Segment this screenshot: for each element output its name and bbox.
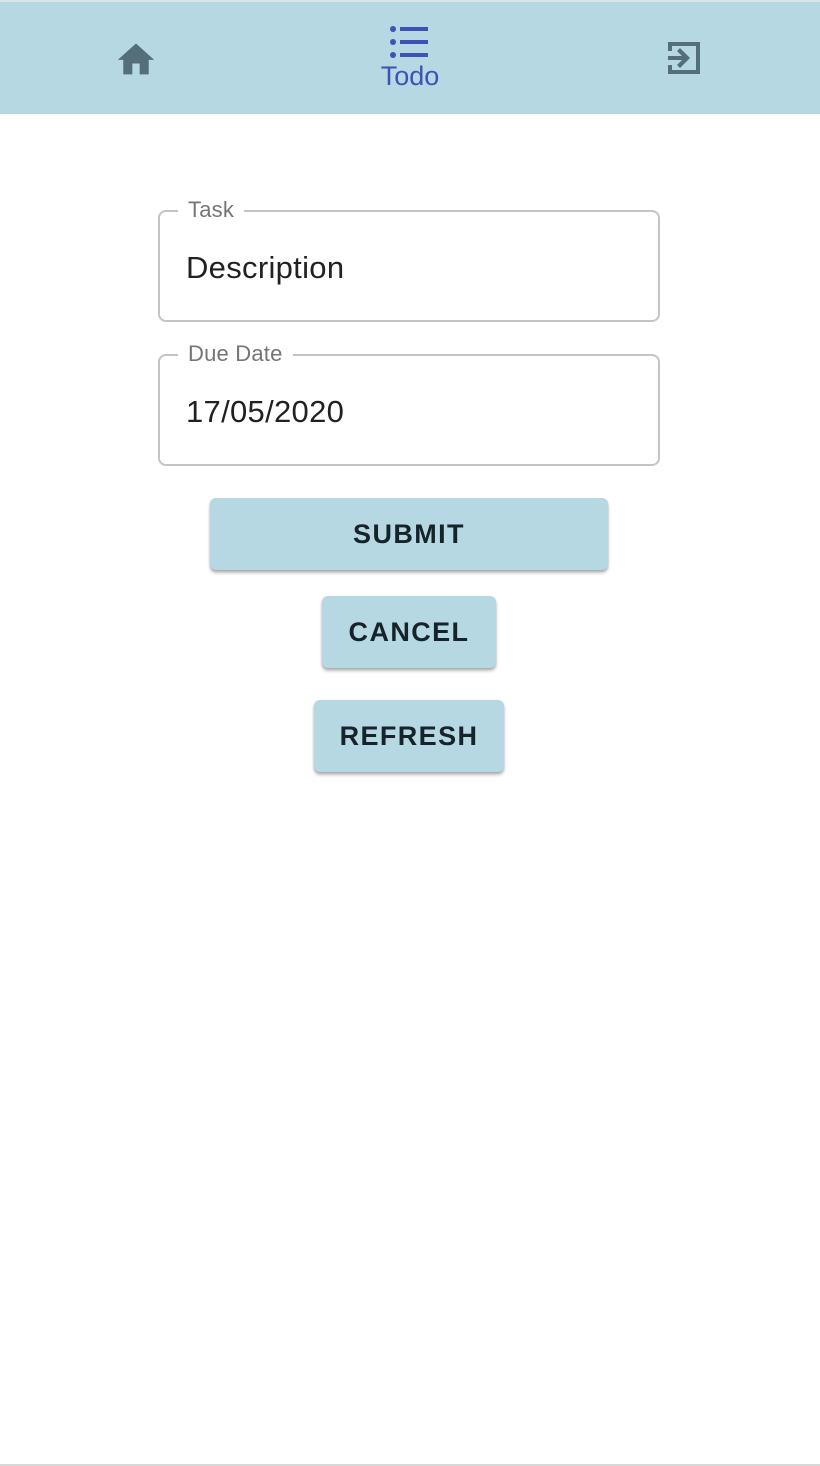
- nav-logout[interactable]: [644, 2, 724, 114]
- top-navigation-bar: Todo: [0, 0, 820, 114]
- refresh-button[interactable]: REFRESH: [314, 700, 504, 772]
- due-date-field: Due Date: [158, 340, 660, 466]
- task-input[interactable]: [186, 248, 626, 288]
- task-field-label: Task: [178, 196, 245, 224]
- exit-to-app-icon: [664, 38, 704, 78]
- cancel-button[interactable]: CANCEL: [322, 596, 496, 668]
- todo-page: Todo Task Due Date SUBMIT CANCEL REFRESH: [0, 0, 820, 1466]
- task-field: Task: [158, 196, 660, 322]
- due-date-field-label: Due Date: [178, 340, 293, 368]
- due-date-input[interactable]: [186, 392, 626, 432]
- nav-todo-label: Todo: [380, 61, 440, 91]
- submit-button[interactable]: SUBMIT: [210, 498, 608, 570]
- nav-todo[interactable]: Todo: [360, 2, 460, 114]
- list-icon: [390, 25, 430, 59]
- nav-home[interactable]: [96, 2, 176, 114]
- home-icon: [114, 38, 158, 78]
